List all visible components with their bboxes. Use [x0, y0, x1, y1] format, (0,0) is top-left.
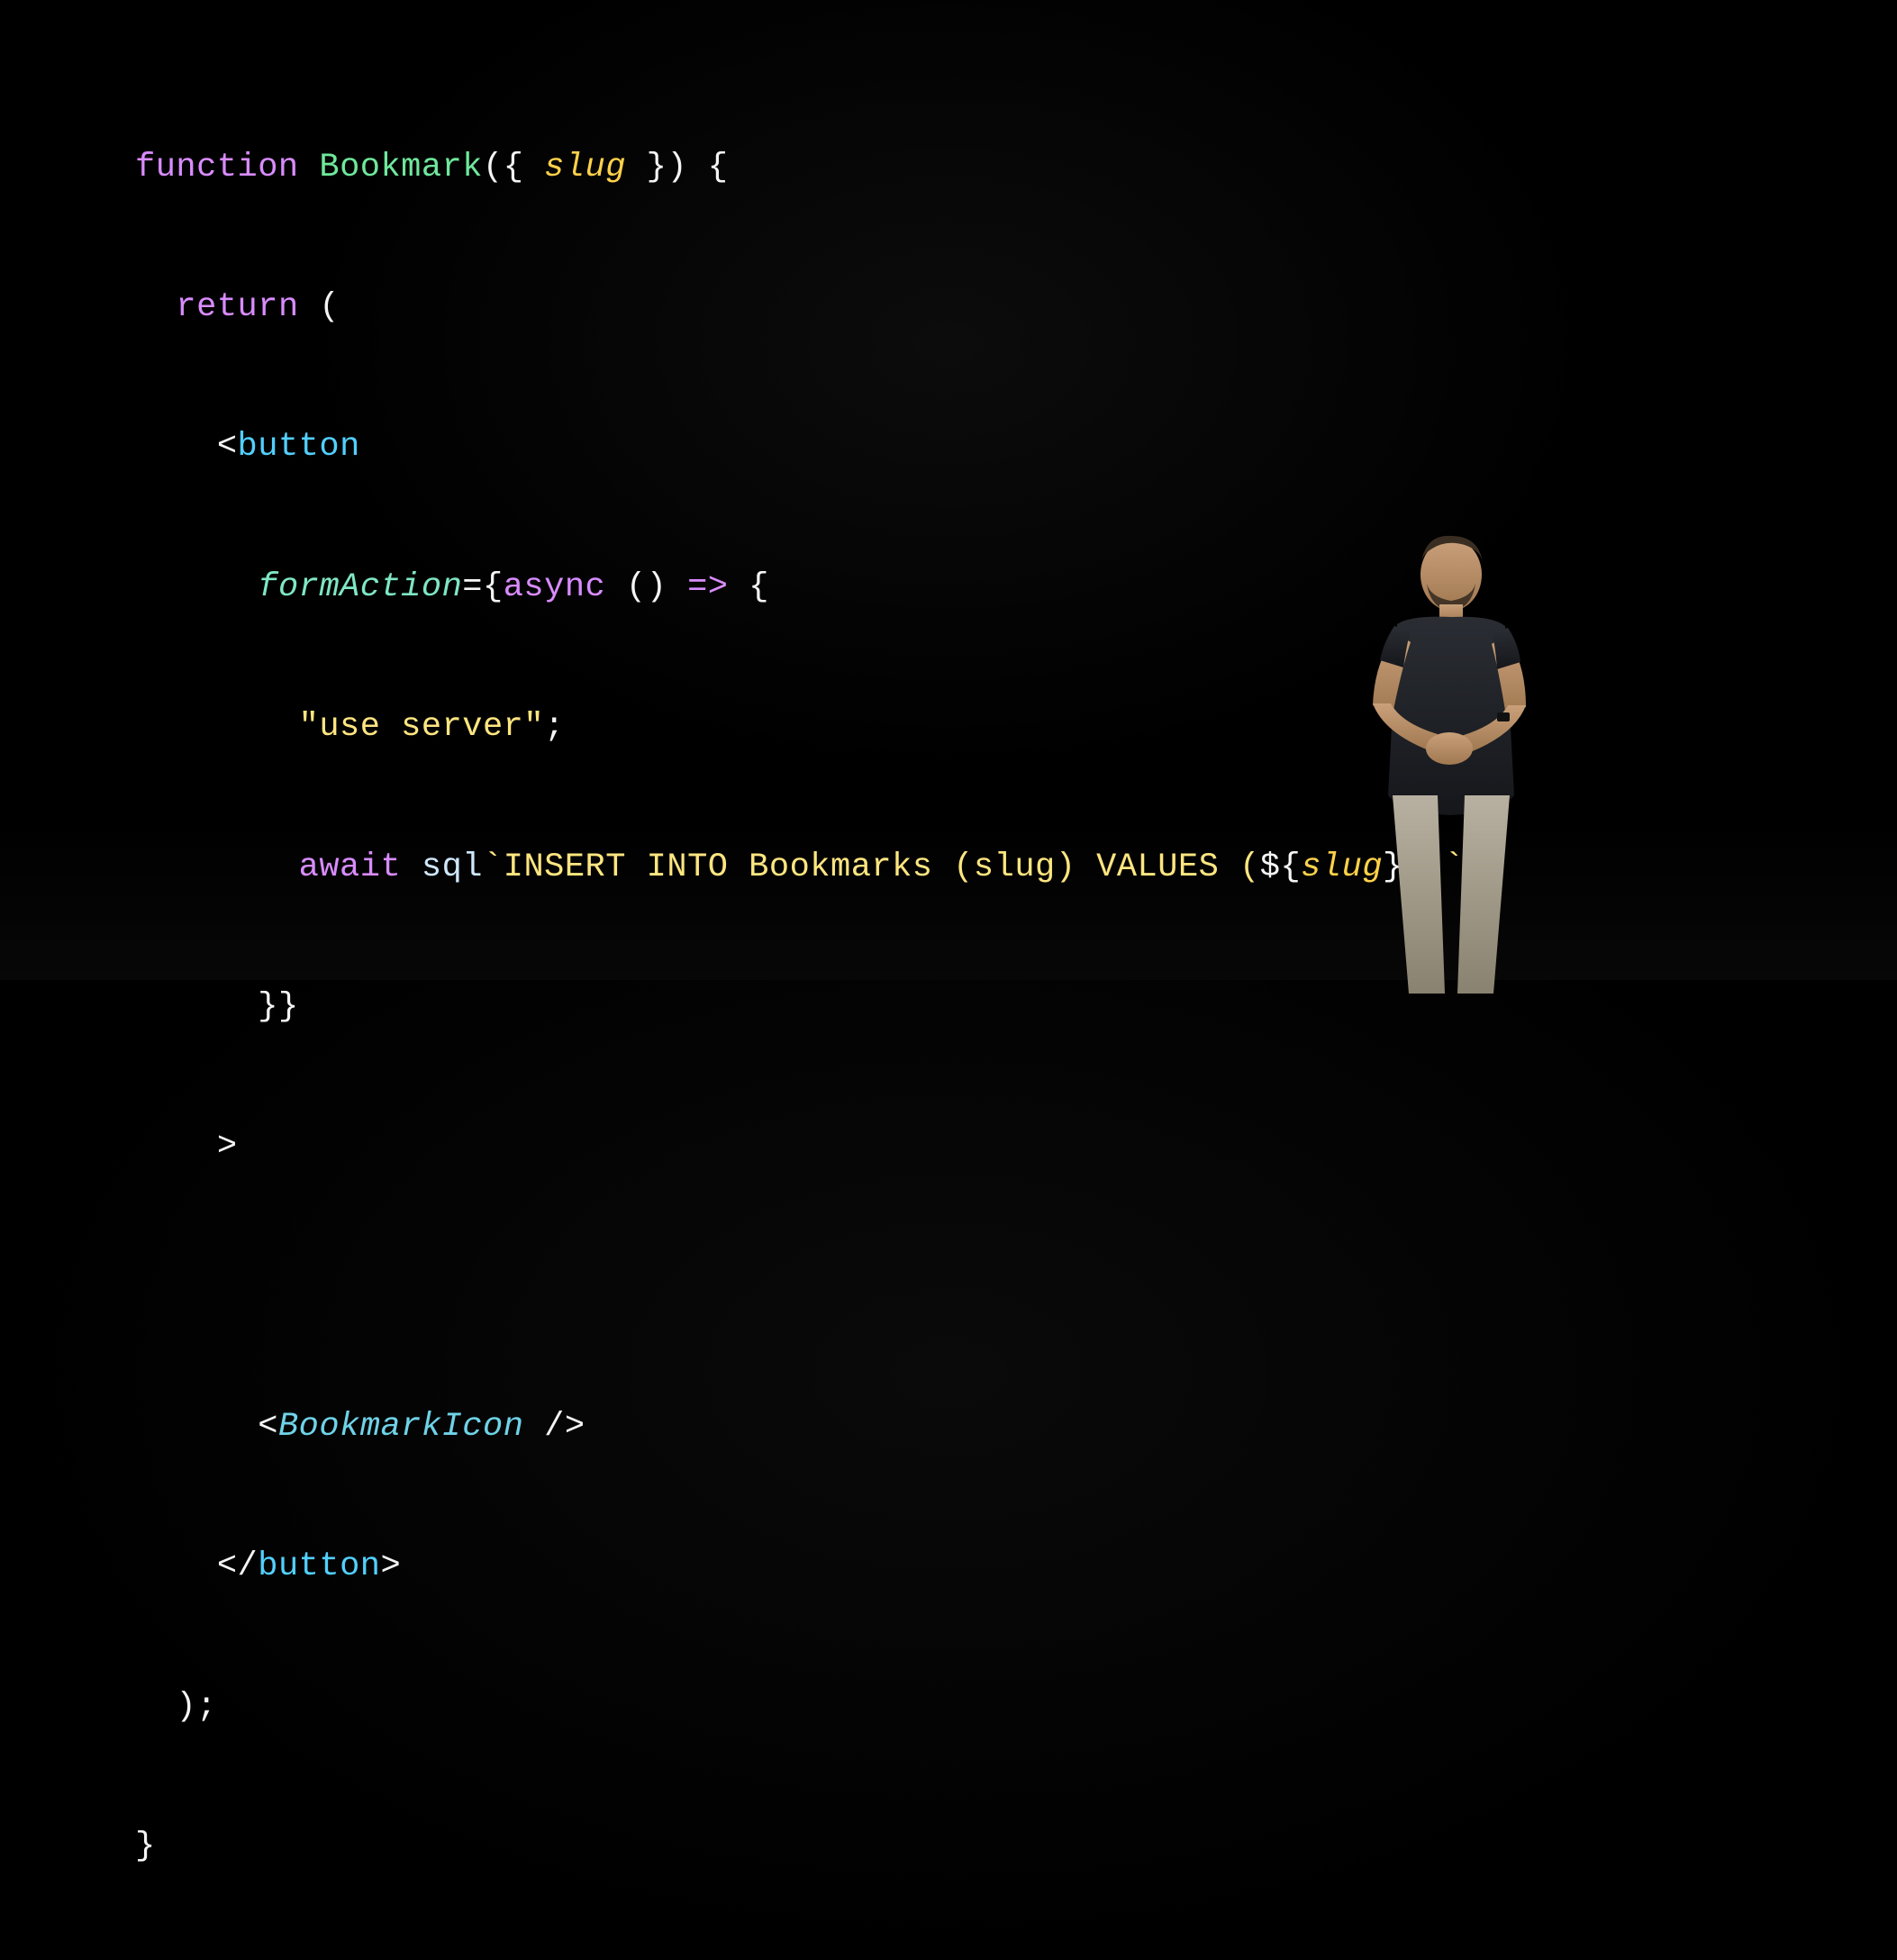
presentation-slide: { "code": { "l1": { "kw": "function", "f…	[0, 0, 1897, 980]
tag-button-close: button	[258, 1547, 380, 1585]
function-name: Bookmark	[319, 149, 483, 186]
tag-button-open: button	[238, 428, 360, 466]
code-line-12: }	[135, 1812, 1485, 1883]
code-line-6: await sql`INSERT INTO Bookmarks (slug) V…	[135, 833, 1485, 903]
code-line-1: function Bookmark({ slug }) {	[135, 133, 1485, 204]
code-line-blank	[135, 1253, 1485, 1323]
code-line-5: "use server";	[135, 693, 1485, 763]
keyword-function: function	[135, 149, 299, 186]
presenter-figure	[1321, 525, 1573, 994]
keyword-return: return	[176, 288, 298, 326]
code-line-4: formAction={async () => {	[135, 553, 1485, 623]
code-sample: function Bookmark({ slug }) { return ( <…	[135, 63, 1485, 1960]
arrow-fat: =>	[687, 568, 728, 606]
param-slug: slug	[544, 149, 626, 186]
component-bookmark-icon: BookmarkIcon	[278, 1408, 523, 1446]
code-line-8: >	[135, 1112, 1485, 1183]
attr-formAction: formAction	[258, 568, 462, 606]
code-line-10: </button>	[135, 1532, 1485, 1602]
ident-sql: sql	[422, 848, 483, 886]
code-line-7: }}	[135, 973, 1485, 1043]
code-line-9: <BookmarkIcon />	[135, 1393, 1485, 1463]
keyword-async: async	[504, 568, 606, 606]
keyword-await: await	[299, 848, 402, 886]
code-line-11: );	[135, 1673, 1485, 1743]
code-line-2: return (	[135, 273, 1485, 343]
sql-query: INSERT INTO Bookmarks (slug) VALUES (	[504, 848, 1260, 886]
code-line-3: <button	[135, 413, 1485, 483]
string-use-server: "use server"	[299, 708, 544, 746]
